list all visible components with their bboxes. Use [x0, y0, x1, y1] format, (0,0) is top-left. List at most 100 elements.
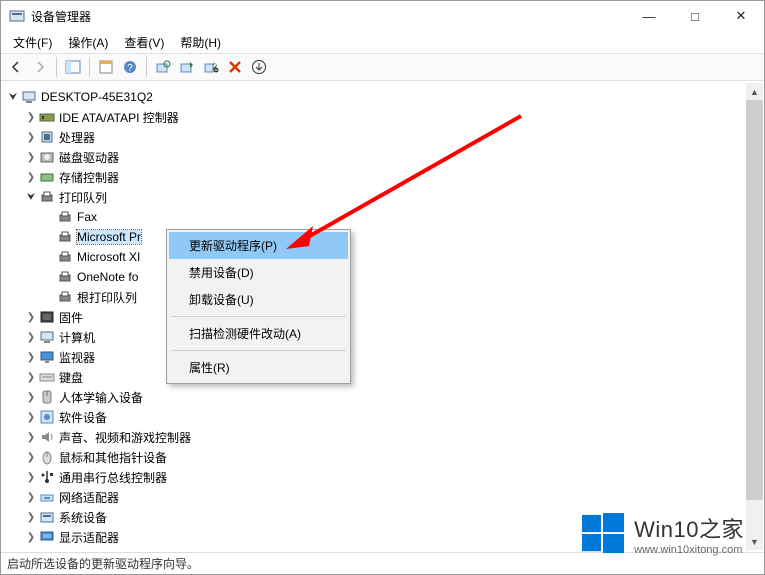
printer-icon — [57, 209, 73, 225]
tree-node-label: 存储控制器 — [59, 169, 119, 186]
expand-arrow-icon[interactable]: ❯ — [23, 112, 39, 123]
storage-icon — [39, 169, 55, 185]
collapse-arrow-icon[interactable]: ⮟ — [23, 192, 39, 203]
computer-icon — [39, 329, 55, 345]
forward-button[interactable] — [29, 56, 51, 78]
tree-node[interactable]: ❯计算机 — [1, 327, 746, 347]
tree-node[interactable]: ❯ 处理器 — [1, 127, 746, 147]
minimize-button[interactable]: — — [626, 1, 672, 31]
hid-icon — [39, 389, 55, 405]
expand-arrow-icon[interactable]: ❯ — [23, 132, 39, 143]
expand-arrow-icon[interactable]: ❯ — [23, 472, 39, 483]
tree-node[interactable]: 根打印队列 — [1, 287, 746, 307]
tree-node[interactable]: ❯ 存储控制器 — [1, 167, 746, 187]
tree-node-label: 立硬设好机的山 — [59, 549, 143, 551]
firmware-icon — [39, 309, 55, 325]
tree-node[interactable]: ❯声音、视频和游戏控制器 — [1, 427, 746, 447]
expand-arrow-icon[interactable]: ❯ — [23, 392, 39, 403]
tree-node[interactable]: ❯ 人体学输入设备 — [1, 387, 746, 407]
tree-node[interactable]: Microsoft Pr — [1, 227, 746, 247]
update-driver-button[interactable] — [176, 56, 198, 78]
menu-item-uninstall[interactable]: 卸载设备(U) — [169, 286, 348, 313]
expand-arrow-icon[interactable]: ❯ — [23, 352, 39, 363]
tree-node[interactable]: OneNote fo — [1, 267, 746, 287]
tree-node-label: 固件 — [59, 309, 83, 326]
expand-arrow-icon[interactable]: ❯ — [23, 512, 39, 523]
tree-node[interactable]: ⮟ 打印队列 — [1, 187, 746, 207]
menu-item-props[interactable]: 属性(R) — [169, 354, 348, 381]
monitor-icon — [39, 349, 55, 365]
vertical-scrollbar[interactable]: ▲ ▼ — [746, 83, 763, 550]
usb-icon — [39, 469, 55, 485]
down-button[interactable] — [248, 56, 270, 78]
svg-text:?: ? — [127, 63, 133, 74]
tree-node-label: 处理器 — [59, 129, 95, 146]
tree-node[interactable]: ❯鼠标和其他指针设备 — [1, 447, 746, 467]
menu-file[interactable]: 文件(F) — [5, 32, 60, 53]
menu-item-disable[interactable]: 禁用设备(D) — [169, 259, 348, 286]
expand-arrow-icon[interactable]: ❯ — [23, 432, 39, 443]
uninstall-button[interactable] — [224, 56, 246, 78]
tree-root-label: DESKTOP-45E31Q2 — [41, 90, 153, 104]
printer-icon — [39, 189, 55, 205]
expand-arrow-icon[interactable]: ❯ — [23, 492, 39, 503]
mouse-icon — [39, 449, 55, 465]
disable-button[interactable] — [200, 56, 222, 78]
tree-node-label: 显示适配器 — [59, 529, 119, 546]
toolbar: ? — [1, 53, 764, 81]
tree-node-label: 键盘 — [59, 369, 83, 386]
tree-node-label: 软件设备 — [59, 409, 107, 426]
printer-icon — [57, 229, 73, 245]
tree-node[interactable]: ❯ 键盘 — [1, 367, 746, 387]
device-tree[interactable]: ⮟ DESKTOP-45E31Q2 ❯IDE ATA/ATAPI 控制器❯处理器… — [1, 83, 746, 550]
tree-node[interactable]: Fax — [1, 207, 746, 227]
expand-arrow-icon[interactable]: ❯ — [23, 452, 39, 463]
tree-node-label: 打印队列 — [59, 189, 107, 206]
back-button[interactable] — [5, 56, 27, 78]
close-button[interactable]: ✕ — [718, 1, 764, 31]
menu-help[interactable]: 帮助(H) — [172, 32, 229, 53]
scroll-down-button[interactable]: ▼ — [746, 533, 763, 550]
menu-item-update[interactable]: 更新驱动程序(P) — [169, 232, 348, 259]
tree-node[interactable]: ❯网络适配器 — [1, 487, 746, 507]
expand-arrow-icon[interactable]: ❯ — [23, 412, 39, 423]
toolbar-separator — [56, 57, 57, 77]
software-icon — [39, 409, 55, 425]
help-icon: ? — [122, 59, 138, 75]
tree-node[interactable]: ❯通用串行总线控制器 — [1, 467, 746, 487]
tree-node[interactable]: ❯ 磁盘驱动器 — [1, 147, 746, 167]
tree-node[interactable]: ❯监视器 — [1, 347, 746, 367]
scroll-thumb[interactable] — [746, 100, 763, 500]
menu-item-scan[interactable]: 扫描检测硬件改动(A) — [169, 320, 348, 347]
tree-node[interactable]: ❯ 固件 — [1, 307, 746, 327]
tree-node[interactable]: Microsoft XI — [1, 247, 746, 267]
tree-node[interactable]: ❯IDE ATA/ATAPI 控制器 — [1, 107, 746, 127]
tree-node-label: Microsoft XI — [77, 250, 140, 264]
menu-action[interactable]: 操作(A) — [60, 32, 116, 53]
maximize-button[interactable]: □ — [672, 1, 718, 31]
tree-node-label: 磁盘驱动器 — [59, 149, 119, 166]
menubar: 文件(F) 操作(A) 查看(V) 帮助(H) — [1, 31, 764, 53]
arrow-down-circle-icon — [251, 59, 267, 75]
expand-arrow-icon[interactable]: ❯ — [23, 312, 39, 323]
tree-root[interactable]: ⮟ DESKTOP-45E31Q2 — [1, 87, 746, 107]
tree-panel-icon — [65, 59, 81, 75]
expand-arrow-icon[interactable]: ❯ — [23, 172, 39, 183]
tree-node[interactable]: ❯ 软件设备 — [1, 407, 746, 427]
display-icon — [39, 529, 55, 545]
expand-arrow-icon[interactable]: ❯ — [23, 332, 39, 343]
show-hide-tree-button[interactable] — [62, 56, 84, 78]
expand-arrow-icon[interactable]: ❯ — [23, 532, 39, 543]
scroll-up-button[interactable]: ▲ — [746, 83, 763, 100]
expand-arrow-icon[interactable]: ❯ — [23, 372, 39, 383]
menu-view[interactable]: 查看(V) — [116, 32, 172, 53]
keyboard-icon — [39, 369, 55, 385]
tree-node-label: 人体学输入设备 — [59, 389, 143, 406]
watermark: Win10之家 www.win10xitong.com — [582, 512, 744, 556]
properties-button[interactable] — [95, 56, 117, 78]
printer-icon — [57, 269, 73, 285]
help-button[interactable]: ? — [119, 56, 141, 78]
expand-arrow-icon[interactable]: ❯ — [23, 152, 39, 163]
expand-arrow-icon[interactable]: ⮟ — [5, 92, 21, 103]
scan-hardware-button[interactable] — [152, 56, 174, 78]
